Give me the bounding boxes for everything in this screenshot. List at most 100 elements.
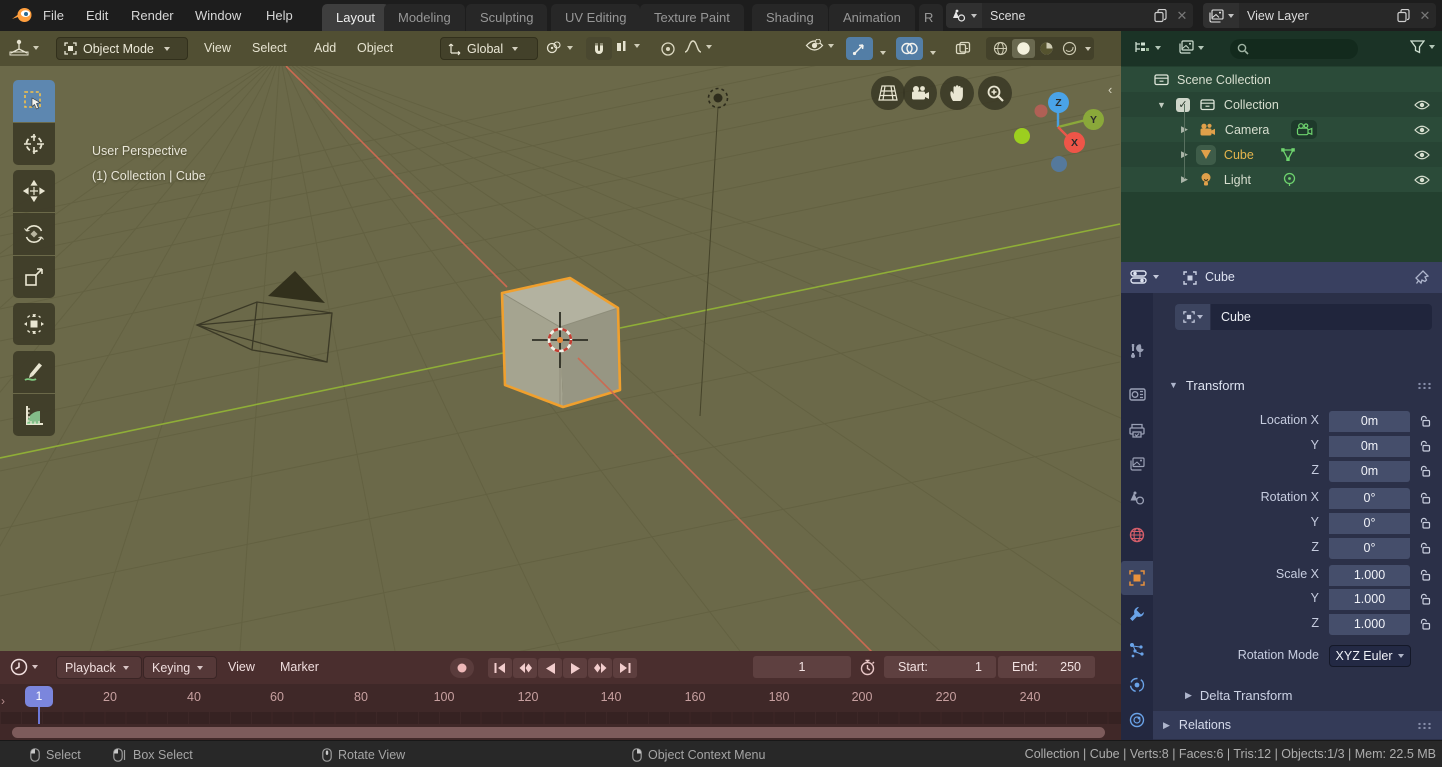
camera-hide-toggle[interactable] [1414, 125, 1430, 135]
jump-to-start-button[interactable] [488, 658, 512, 678]
location-z-field[interactable]: 0m [1329, 461, 1410, 482]
lock-icon[interactable] [1420, 569, 1431, 582]
workspace-tab-rendering[interactable]: R [919, 4, 943, 31]
lock-icon[interactable] [1420, 593, 1431, 606]
shading-rendered-button[interactable] [1058, 41, 1081, 56]
timeline-track[interactable] [0, 712, 1121, 724]
scene-unlink-button[interactable]: ✕ [1171, 8, 1193, 24]
pan-view-button[interactable] [940, 76, 974, 110]
camera-view-button[interactable] [903, 76, 937, 110]
scene-name-field[interactable]: Scene [982, 9, 1149, 23]
next-keyframe-button[interactable] [588, 658, 612, 678]
outliner-row-cube[interactable]: ▶ Cube [1121, 142, 1442, 167]
outliner-row-light[interactable]: ▶ Light [1121, 167, 1442, 192]
lock-icon[interactable] [1420, 465, 1431, 478]
panel-drag-grip[interactable] [1417, 382, 1432, 389]
tool-measure[interactable] [13, 394, 55, 436]
tab-world[interactable] [1121, 518, 1153, 552]
scale-y-field[interactable]: 1.000 [1329, 589, 1410, 610]
tool-cursor[interactable] [13, 123, 55, 165]
tab-render[interactable] [1121, 377, 1153, 411]
gizmos-dropdown[interactable] [876, 44, 886, 59]
shading-material-button[interactable] [1035, 41, 1058, 56]
scale-x-field[interactable]: 1.000 [1329, 565, 1410, 586]
sidebar-collapse-chevron[interactable]: ‹ [1108, 82, 1112, 97]
transform-collapse-arrow[interactable]: ▼ [1169, 380, 1178, 390]
tab-modifiers[interactable] [1121, 597, 1153, 631]
outliner-row-collection[interactable]: ▼ ✓ Collection [1121, 92, 1442, 117]
workspace-tab-modeling[interactable]: Modeling [384, 4, 465, 31]
prev-keyframe-button[interactable] [513, 658, 537, 678]
menu-help[interactable]: Help [255, 0, 304, 31]
timeline-view-menu[interactable]: View [228, 651, 255, 684]
workspace-tab-texture-paint[interactable]: Texture Paint [640, 4, 744, 31]
overlays-dropdown[interactable] [926, 44, 936, 59]
relations-panel-header[interactable]: ▶ Relations [1153, 711, 1442, 739]
delta-transform-subpanel[interactable]: ▶ Delta Transform [1153, 683, 1442, 707]
outliner-editor-type-button[interactable] [1133, 40, 1161, 56]
keying-menu[interactable]: Keying [143, 656, 217, 679]
playback-menu[interactable]: Playback [56, 656, 142, 679]
workspace-tab-sculpting[interactable]: Sculpting [466, 4, 547, 31]
blender-logo-icon[interactable] [11, 6, 33, 25]
visibility-dropdown[interactable] [805, 39, 834, 52]
pivot-point-dropdown[interactable] [545, 39, 573, 57]
auto-keying-button[interactable] [450, 658, 474, 678]
timeline-scrollbar[interactable] [12, 727, 1105, 738]
frame-start-field[interactable]: Start: 1 [884, 656, 996, 678]
jump-to-end-button[interactable] [613, 658, 637, 678]
viewport-3d[interactable]: User Perspective (1) Collection | Cube [0, 66, 1121, 651]
gizmo-axis-y[interactable]: Y [1083, 109, 1104, 130]
pin-icon[interactable] [1415, 270, 1429, 285]
outliner-row-scene-collection[interactable]: Scene Collection [1121, 67, 1442, 92]
outliner-display-mode-button[interactable] [1177, 40, 1204, 55]
lock-icon[interactable] [1420, 440, 1431, 453]
menu-object[interactable]: Object [357, 31, 393, 66]
gizmo-axis-z[interactable]: Z [1048, 92, 1069, 113]
properties-editor-type-button[interactable] [1130, 269, 1159, 285]
frame-end-field[interactable]: End: 250 [998, 656, 1095, 678]
workspace-tab-uv-editing[interactable]: UV Editing [551, 4, 640, 31]
gizmos-toggle[interactable] [846, 37, 873, 60]
cube-mesh-data-icon[interactable] [1280, 147, 1296, 162]
zoom-view-button[interactable] [978, 76, 1012, 110]
tab-constraints[interactable] [1121, 703, 1153, 737]
collection-expand-arrow[interactable]: ▼ [1157, 100, 1166, 110]
collection-checkbox[interactable]: ✓ [1176, 98, 1190, 112]
tool-select-box[interactable] [13, 80, 55, 122]
rotation-y-field[interactable]: 0° [1329, 513, 1410, 534]
current-frame-field[interactable]: 1 [753, 656, 851, 678]
snap-settings-dropdown[interactable] [616, 39, 640, 53]
play-reverse-button[interactable] [538, 658, 562, 678]
lock-icon[interactable] [1420, 517, 1431, 530]
timeline-ruler[interactable]: 20 40 60 80 100 120 140 160 180 200 220 … [0, 684, 1121, 712]
view-layer-new-button[interactable] [1392, 9, 1414, 23]
outliner-row-camera[interactable]: ▶ Camera [1121, 117, 1442, 142]
cube-hide-toggle[interactable] [1414, 150, 1430, 160]
tab-scene[interactable] [1121, 481, 1153, 515]
rotation-x-field[interactable]: 0° [1329, 488, 1410, 509]
snap-toggle-button[interactable] [586, 37, 612, 60]
workspace-tab-layout[interactable]: Layout [322, 4, 389, 31]
light-hide-toggle[interactable] [1414, 175, 1430, 185]
light-data-icon[interactable] [1282, 172, 1297, 187]
tool-rotate[interactable] [13, 213, 55, 255]
tab-output[interactable] [1121, 413, 1153, 447]
view-layer-remove-button[interactable]: ✕ [1414, 8, 1436, 24]
xray-toggle[interactable] [950, 37, 976, 60]
editor-type-button[interactable] [9, 39, 39, 57]
menu-render[interactable]: Render [120, 0, 185, 31]
tab-tool[interactable] [1121, 334, 1153, 368]
workspace-tab-shading[interactable]: Shading [752, 4, 828, 31]
timeline-expand-chevron[interactable]: › [1, 694, 5, 708]
mode-dropdown[interactable]: Object Mode [56, 37, 188, 60]
lock-icon[interactable] [1420, 492, 1431, 505]
tab-view-layer[interactable] [1121, 447, 1153, 481]
outliner-search-input[interactable] [1230, 39, 1358, 59]
view-layer-name-field[interactable]: View Layer [1239, 9, 1392, 23]
rotation-z-field[interactable]: 0° [1329, 538, 1410, 559]
scene-browse-button[interactable] [946, 3, 982, 28]
playhead-badge[interactable]: 1 [25, 686, 53, 707]
tool-transform[interactable] [13, 303, 55, 345]
menu-window[interactable]: Window [184, 0, 252, 31]
